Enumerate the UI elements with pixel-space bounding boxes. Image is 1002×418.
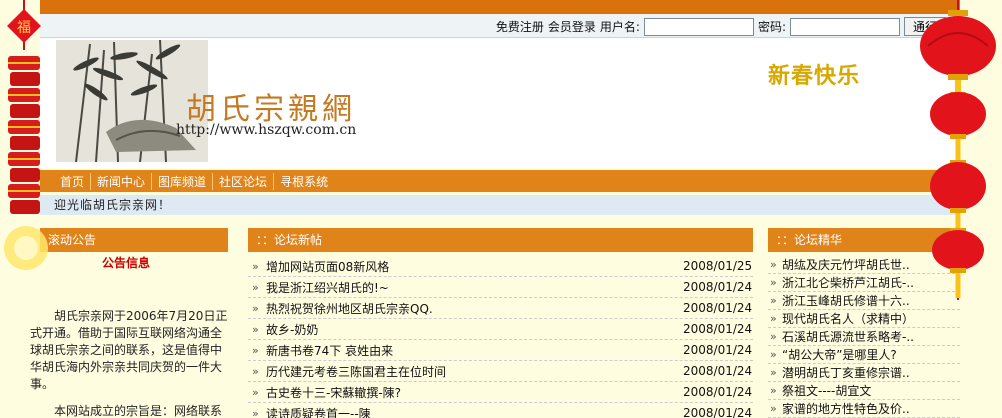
post-date: 2008/01/24	[683, 322, 753, 336]
fu-character-icon: 福	[17, 20, 31, 36]
post-date: 2008/01/24	[683, 280, 753, 294]
nav-roots[interactable]: 寻根系统	[274, 173, 334, 190]
featured-title[interactable]: 石溪胡氏源流世系略考-..	[782, 328, 960, 345]
announcement-panel: 公告信息 胡氏宗亲网于2006年7月20日正式开通。借助于国际互联网络沟通全球胡…	[30, 252, 228, 418]
post-date: 2008/01/24	[683, 364, 753, 378]
list-item[interactable]: » 故乡-奶奶 2008/01/24	[248, 319, 753, 340]
bullet-icon: »	[770, 258, 777, 271]
site-url: http://www.hszqw.com.cn	[176, 122, 357, 138]
new-posts-list: » 增加网站页面08新风格 2008/01/25 » 我是浙江绍兴胡氏的!~ 2008/…	[248, 256, 753, 418]
post-date: 2008/01/24	[683, 301, 753, 315]
bullet-icon: »	[770, 330, 777, 343]
list-item[interactable]: » 我是浙江绍兴胡氏的!~ 2008/01/24	[248, 277, 753, 298]
post-title[interactable]: 古史卷十三-宋蘇轍撰-陳?	[266, 384, 683, 401]
list-item[interactable]: » “胡公大帝”是哪里人?	[768, 346, 960, 364]
login-bar: 免费注册 会员登录 用户名: 密码: 通行	[40, 14, 960, 38]
notice-paragraph: 本网站成立的宗旨是：网络联系	[54, 404, 223, 418]
bullet-icon: »	[252, 322, 259, 336]
post-title[interactable]: 热烈祝贺徐州地区胡氏宗亲QQ.	[266, 300, 683, 317]
bullet-icon: »	[770, 276, 777, 289]
bullet-icon: »	[770, 294, 777, 307]
notice-paragraph: 胡氏宗亲网于2006年7月20日正式开通。借助于国际互联网络沟通全球胡氏宗亲之间…	[30, 309, 228, 391]
new-year-greeting: 新春快乐	[768, 64, 861, 89]
post-date: 2008/01/24	[683, 406, 753, 418]
bullet-icon: »	[252, 259, 259, 273]
main-nav: 首页 新闻中心 图库频道 社区论坛 寻根系统	[40, 170, 960, 192]
welcome-marquee: 迎光临胡氏宗亲网！	[40, 195, 960, 215]
list-item[interactable]: » 潜明胡氏丁亥重修宗谱..	[768, 364, 960, 382]
post-title[interactable]: 增加网站页面08新风格	[266, 258, 683, 275]
site-banner: 胡氏宗親網 http://www.hszqw.com.cn 新春快乐	[40, 38, 960, 168]
bullet-icon: »	[252, 385, 259, 399]
nav-gallery[interactable]: 图库频道	[152, 172, 214, 190]
featured-title[interactable]: 潜明胡氏丁亥重修宗谱..	[782, 364, 960, 381]
post-date: 2008/01/24	[683, 385, 753, 399]
member-login-link[interactable]: 会员登录	[548, 18, 596, 35]
featured-title[interactable]: 祭祖文----胡宜文	[782, 382, 960, 399]
announcement-header: 滚动公告	[40, 228, 228, 252]
post-title[interactable]: 我是浙江绍兴胡氏的!~	[266, 279, 683, 296]
bullet-icon: »	[252, 280, 259, 294]
forum-new-posts-header: ：：论坛新帖	[248, 228, 753, 252]
list-item[interactable]: » 热烈祝贺徐州地区胡氏宗亲QQ. 2008/01/24	[248, 298, 753, 319]
notice-text: 胡氏宗亲网于2006年7月20日正式开通。借助于国际互联网络沟通全球胡氏宗亲之间…	[30, 308, 228, 418]
register-link[interactable]: 免费注册	[496, 18, 544, 35]
list-item[interactable]: » 古史卷十三-宋蘇轍撰-陳? 2008/01/24	[248, 382, 753, 403]
bullet-icon: »	[770, 402, 777, 415]
post-date: 2008/01/25	[683, 259, 753, 273]
list-item[interactable]: » 读诗质疑卷首一--陳 2008/01/24	[248, 403, 753, 418]
nav-news[interactable]: 新闻中心	[91, 172, 153, 190]
firecracker-decoration: 福	[0, 0, 48, 290]
nav-home[interactable]: 首页	[54, 172, 92, 190]
list-item[interactable]: » 现代胡氏名人（求精中）	[768, 310, 960, 328]
bullet-icon: »	[252, 301, 259, 315]
top-strip	[40, 0, 960, 14]
bullet-icon: »	[252, 364, 259, 378]
featured-title[interactable]: “胡公大帝”是哪里人?	[782, 346, 960, 363]
bullet-icon: »	[252, 406, 259, 418]
post-title[interactable]: 故乡-奶奶	[266, 321, 683, 338]
list-item[interactable]: » 家谱的地方性特色及价..	[768, 400, 960, 418]
bullet-icon: »	[770, 384, 777, 397]
featured-title[interactable]: 现代胡氏名人（求精中）	[782, 310, 960, 327]
username-input[interactable]	[643, 17, 754, 36]
lantern-decoration	[914, 0, 1002, 300]
bullet-icon: »	[770, 312, 777, 325]
nav-forum[interactable]: 社区论坛	[213, 172, 275, 190]
password-label: 密码:	[757, 20, 786, 34]
password-input[interactable]	[789, 17, 900, 36]
list-item[interactable]: » 历代建元考卷三陈国君主在位时间 2008/01/24	[248, 361, 753, 382]
post-date: 2008/01/24	[683, 343, 753, 357]
list-item[interactable]: » 祭祖文----胡宜文	[768, 382, 960, 400]
post-title[interactable]: 读诗质疑卷首一--陳	[266, 405, 683, 418]
notice-title: 公告信息	[102, 256, 151, 270]
list-item[interactable]: » 石溪胡氏源流世系略考-..	[768, 328, 960, 346]
list-item[interactable]: » 增加网站页面08新风格 2008/01/25	[248, 256, 753, 277]
bullet-icon: »	[252, 343, 259, 357]
username-label: 用户名:	[599, 20, 640, 34]
featured-title[interactable]: 家谱的地方性特色及价..	[782, 400, 960, 417]
post-title[interactable]: 新唐书卷74下 哀姓由来	[266, 342, 683, 359]
list-item[interactable]: » 新唐书卷74下 哀姓由来 2008/01/24	[248, 340, 753, 361]
bullet-icon: »	[770, 348, 777, 361]
bullet-icon: »	[770, 366, 777, 379]
post-title[interactable]: 历代建元考卷三陈国君主在位时间	[266, 363, 683, 380]
